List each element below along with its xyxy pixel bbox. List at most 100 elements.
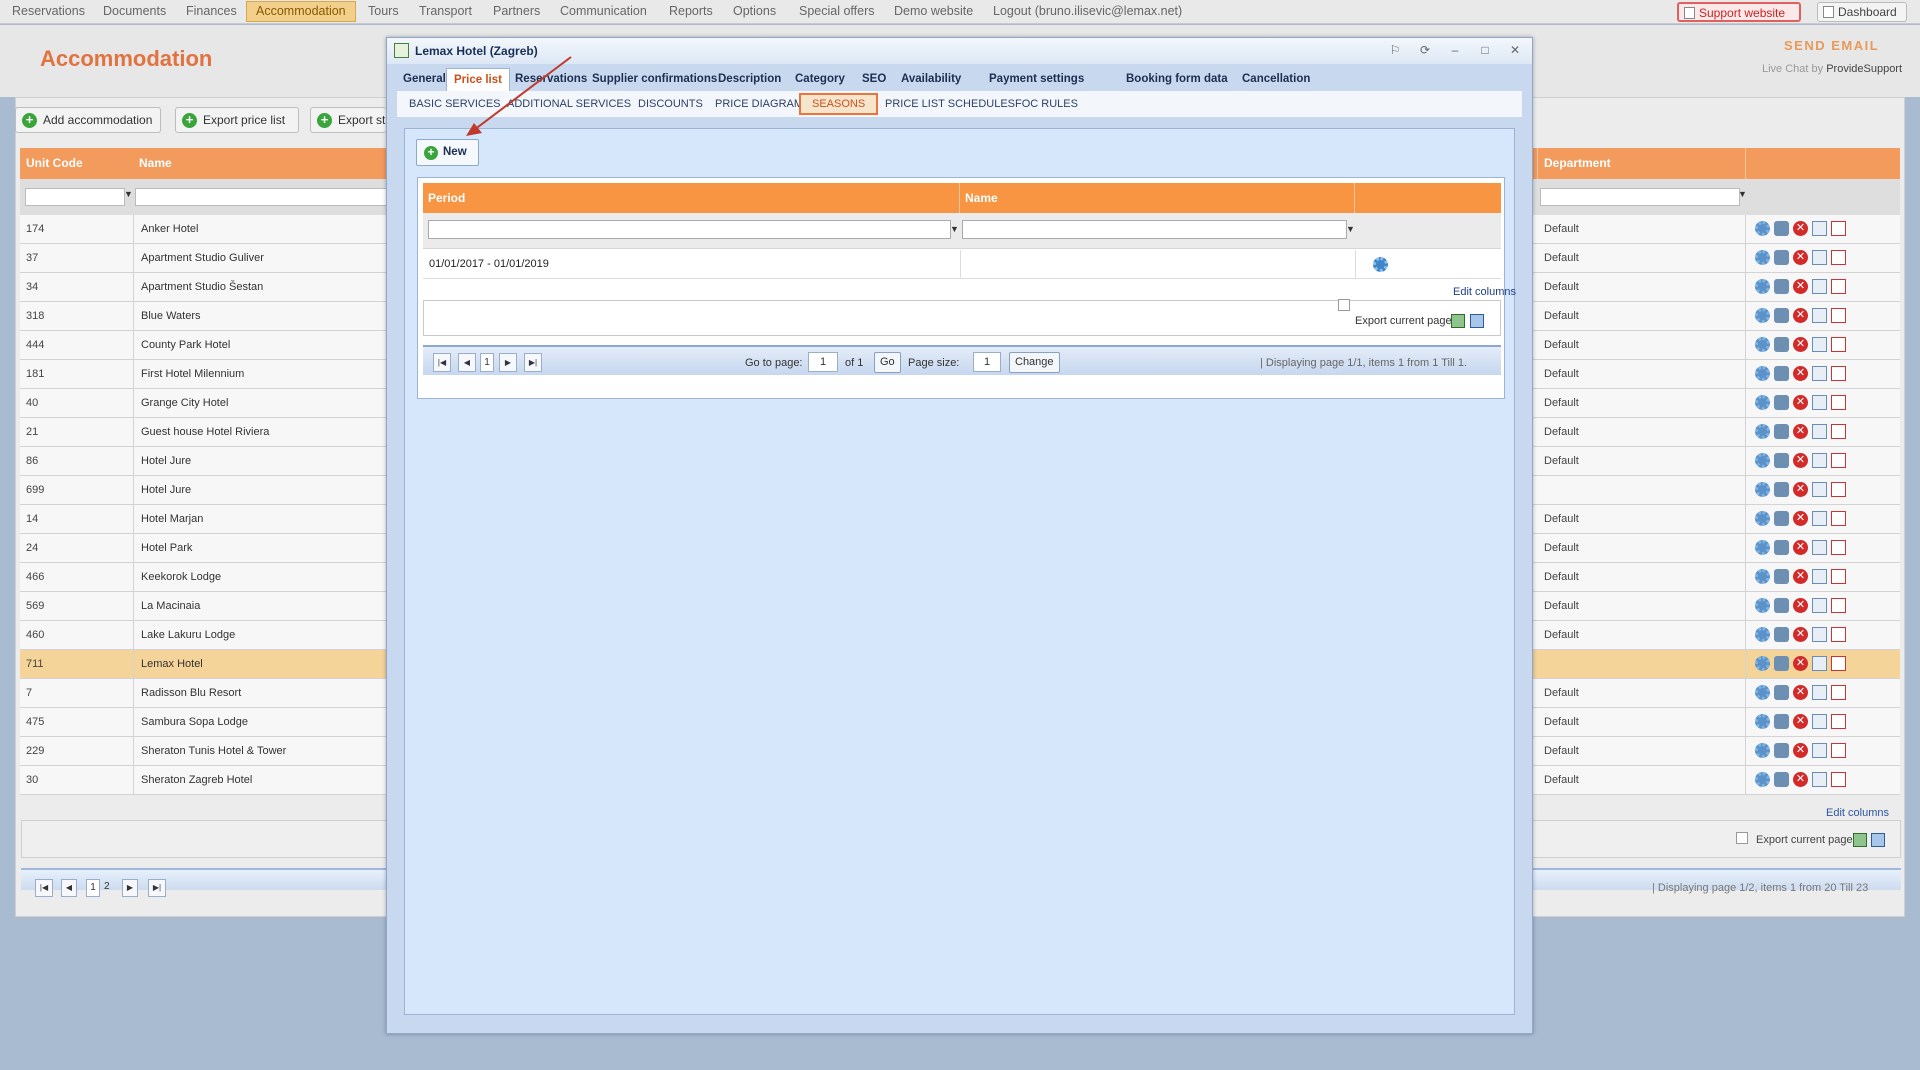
delete-icon[interactable]: ✕ <box>1793 511 1808 526</box>
export-current-page-checkbox[interactable] <box>1736 832 1748 844</box>
delete-icon[interactable]: ✕ <box>1793 221 1808 236</box>
preview-icon[interactable] <box>1774 511 1789 526</box>
new-season-button[interactable]: + New <box>416 139 479 166</box>
gear-icon[interactable] <box>1755 540 1770 555</box>
dialog-titlebar[interactable]: Lemax Hotel (Zagreb) ⚐ ⟳ – □ ✕ <box>387 38 1532 64</box>
chevron-down-icon[interactable]: ▼ <box>1346 224 1355 234</box>
tab-general[interactable]: General <box>403 68 446 91</box>
nav-communication[interactable]: Communication <box>560 4 647 18</box>
preview-icon[interactable] <box>1774 598 1789 613</box>
page-2-button[interactable]: 2 <box>104 881 110 892</box>
pdf-icon[interactable] <box>1831 598 1846 613</box>
pdf-icon[interactable] <box>1831 656 1846 671</box>
first-page-button[interactable]: |◀ <box>433 353 451 372</box>
pdf-icon[interactable] <box>1831 772 1846 787</box>
column-header-name[interactable]: Name <box>133 148 407 179</box>
preview-icon[interactable] <box>1774 540 1789 555</box>
preview-icon[interactable] <box>1774 395 1789 410</box>
delete-icon[interactable]: ✕ <box>1793 685 1808 700</box>
nav-transport[interactable]: Transport <box>419 4 472 18</box>
subtab-additional-services[interactable]: ADDITIONAL SERVICES <box>507 98 631 110</box>
go-to-page-input[interactable]: 1 <box>808 352 838 372</box>
copy-icon[interactable] <box>1812 250 1827 265</box>
add-accommodation-button[interactable]: + Add accommodation <box>15 107 161 133</box>
nav-demo-website[interactable]: Demo website <box>894 4 973 18</box>
column-header-name[interactable]: Name <box>960 183 1355 213</box>
gear-icon[interactable] <box>1755 714 1770 729</box>
copy-icon[interactable] <box>1812 772 1827 787</box>
gear-icon[interactable] <box>1755 337 1770 352</box>
export-button[interactable]: + Export st <box>310 107 386 133</box>
pdf-icon[interactable] <box>1831 308 1846 323</box>
pdf-icon[interactable] <box>1831 685 1846 700</box>
preview-icon[interactable] <box>1774 337 1789 352</box>
gear-icon[interactable] <box>1755 656 1770 671</box>
name-filter[interactable] <box>135 188 405 206</box>
copy-icon[interactable] <box>1812 482 1827 497</box>
first-page-button[interactable]: |◀ <box>35 879 53 897</box>
preview-icon[interactable] <box>1774 366 1789 381</box>
preview-icon[interactable] <box>1774 482 1789 497</box>
preview-icon[interactable] <box>1774 714 1789 729</box>
gear-icon[interactable] <box>1755 453 1770 468</box>
preview-icon[interactable] <box>1774 453 1789 468</box>
preview-icon[interactable] <box>1774 279 1789 294</box>
subtab-seasons[interactable]: SEASONS <box>799 93 879 115</box>
edit-columns-link[interactable]: Edit columns <box>1826 807 1889 819</box>
copy-icon[interactable] <box>1812 685 1827 700</box>
copy-icon[interactable] <box>1812 366 1827 381</box>
preview-icon[interactable] <box>1774 772 1789 787</box>
pdf-icon[interactable] <box>1831 250 1846 265</box>
copy-icon[interactable] <box>1812 743 1827 758</box>
preview-icon[interactable] <box>1774 308 1789 323</box>
table-row[interactable]: 01/01/2017 - 01/01/2019 <box>423 250 1501 279</box>
pdf-icon[interactable] <box>1831 453 1846 468</box>
copy-icon[interactable] <box>1812 424 1827 439</box>
delete-icon[interactable]: ✕ <box>1793 279 1808 294</box>
live-chat-credit[interactable]: Live Chat by ProvideSupport <box>1762 63 1902 75</box>
department-filter[interactable] <box>1540 188 1740 206</box>
copy-icon[interactable] <box>1812 395 1827 410</box>
gear-icon[interactable] <box>1373 257 1388 272</box>
copy-icon[interactable] <box>1812 453 1827 468</box>
pdf-icon[interactable] <box>1831 511 1846 526</box>
delete-icon[interactable]: ✕ <box>1793 424 1808 439</box>
delete-icon[interactable]: ✕ <box>1793 598 1808 613</box>
subtab-discounts[interactable]: DISCOUNTS <box>638 98 703 110</box>
gear-icon[interactable] <box>1755 250 1770 265</box>
pdf-icon[interactable] <box>1831 279 1846 294</box>
copy-icon[interactable] <box>1812 337 1827 352</box>
delete-icon[interactable]: ✕ <box>1793 569 1808 584</box>
delete-icon[interactable]: ✕ <box>1793 482 1808 497</box>
gear-icon[interactable] <box>1755 772 1770 787</box>
delete-icon[interactable]: ✕ <box>1793 714 1808 729</box>
pdf-icon[interactable] <box>1831 743 1846 758</box>
chevron-down-icon[interactable]: ▼ <box>1738 189 1747 199</box>
csv-export-icon[interactable] <box>1470 314 1484 328</box>
nav-documents[interactable]: Documents <box>103 4 166 18</box>
delete-icon[interactable]: ✕ <box>1793 308 1808 323</box>
tab-cancellation[interactable]: Cancellation <box>1242 68 1310 91</box>
tab-supplier-confirmations[interactable]: Supplier confirmations <box>592 68 717 91</box>
tab-price-list[interactable]: Price list <box>446 68 510 91</box>
chevron-down-icon[interactable]: ▼ <box>124 189 133 199</box>
gear-icon[interactable] <box>1755 627 1770 642</box>
tab-availability[interactable]: Availability <box>901 68 961 91</box>
delete-icon[interactable]: ✕ <box>1793 366 1808 381</box>
page-1-button[interactable]: 1 <box>86 879 100 897</box>
prev-page-button[interactable]: ◀ <box>458 353 476 372</box>
page-size-input[interactable]: 1 <box>973 352 1001 372</box>
nav-options[interactable]: Options <box>733 4 776 18</box>
tab-category[interactable]: Category <box>795 68 845 91</box>
gear-icon[interactable] <box>1755 279 1770 294</box>
nav-reports[interactable]: Reports <box>669 4 713 18</box>
copy-icon[interactable] <box>1812 598 1827 613</box>
subtab-basic-services[interactable]: BASIC SERVICES <box>409 98 501 110</box>
copy-icon[interactable] <box>1812 308 1827 323</box>
copy-icon[interactable] <box>1812 279 1827 294</box>
pdf-icon[interactable] <box>1831 221 1846 236</box>
delete-icon[interactable]: ✕ <box>1793 250 1808 265</box>
change-button[interactable]: Change <box>1009 352 1060 373</box>
unit-code-filter[interactable] <box>25 188 125 206</box>
copy-icon[interactable] <box>1812 714 1827 729</box>
